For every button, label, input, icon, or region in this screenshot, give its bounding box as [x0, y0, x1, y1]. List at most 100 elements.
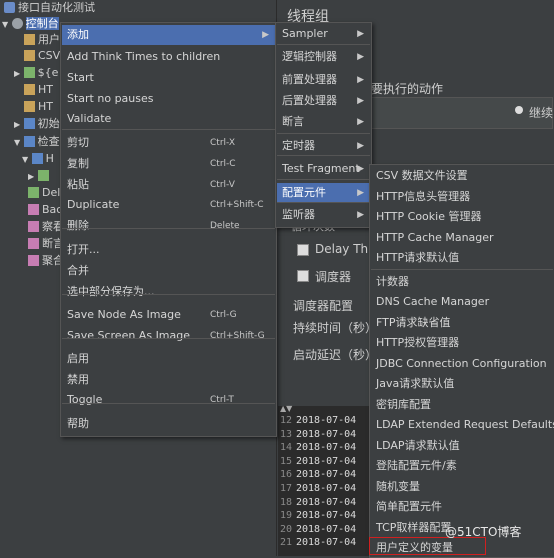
add-submenu-item-5[interactable]: 定时器 ▶: [277, 136, 370, 156]
menu-item-label: 禁用: [67, 373, 89, 386]
log-line-number: 19: [279, 510, 292, 522]
menu-item-label: 打开...: [67, 243, 100, 256]
add-submenu-item-3[interactable]: 后置处理器 ▶: [277, 91, 370, 111]
context-menu-item-13[interactable]: Save Node As Image Ctrl-G: [62, 305, 275, 325]
context-menu-item-12[interactable]: 选中部分保存为...: [62, 282, 275, 302]
config-submenu-item-5[interactable]: 计数器: [371, 272, 553, 292]
context-menu-item-18[interactable]: 帮助: [62, 414, 275, 434]
tree-item-delete[interactable]: Del: [28, 185, 60, 201]
context-menu-item-9[interactable]: 删除 Delete: [62, 216, 275, 236]
scheduler-checkbox[interactable]: [297, 270, 309, 282]
menu-item-label: CSV 数据文件设置: [376, 169, 468, 182]
collapse-arrows-icon[interactable]: ▲▼: [280, 404, 292, 413]
tree-item-view-results[interactable]: 察看: [28, 219, 64, 235]
tree-item-http-1[interactable]: HT: [24, 82, 53, 98]
startup-label: 启动延迟（秒）: [293, 348, 378, 362]
expand-arrow-icon: ▶: [14, 120, 21, 129]
config-submenu-item-2[interactable]: HTTP Cookie 管理器: [371, 207, 553, 227]
menu-item-label: HTTP请求默认值: [376, 251, 460, 264]
config-submenu-item-12[interactable]: LDAP Extended Request Defaults: [371, 415, 554, 435]
add-submenu-item-8[interactable]: 监听器 ▶: [277, 205, 370, 225]
add-submenu-item-1[interactable]: 逻辑控制器 ▶: [277, 47, 370, 67]
add-submenu-item-0[interactable]: Sampler ▶: [277, 24, 370, 44]
context-menu-item-6[interactable]: 复制 Ctrl-C: [62, 154, 275, 174]
config-submenu-item-4[interactable]: HTTP请求默认值: [371, 248, 553, 268]
config-submenu-item-7[interactable]: FTP请求缺省值: [371, 313, 553, 333]
menu-item-label: 帮助: [67, 417, 89, 430]
menu-separator: [62, 294, 275, 295]
submenu-arrow-icon: ▶: [357, 141, 364, 151]
context-menu-item-15[interactable]: 启用: [62, 349, 275, 369]
context-menu-item-0[interactable]: 添加 ▶: [62, 25, 275, 45]
log-line-text: 2018-07-04: [296, 415, 357, 426]
context-menu-item-1[interactable]: Add Think Times to children: [62, 47, 275, 67]
config-submenu-item-8[interactable]: HTTP授权管理器: [371, 333, 553, 353]
submenu-arrow-icon: ▶: [357, 29, 364, 39]
menu-item-label: 粘贴: [67, 178, 89, 191]
menu-item-label: 合并: [67, 264, 89, 277]
log-line: 12 2018-07-04: [278, 414, 356, 427]
context-menu-item-8[interactable]: Duplicate Ctrl+Shift-C: [62, 195, 275, 215]
context-menu-item-4[interactable]: Validate: [62, 109, 275, 129]
context-menu-item-17[interactable]: Toggle Ctrl-T: [62, 390, 275, 410]
controller-icon: [23, 136, 35, 147]
config-submenu-item-3[interactable]: HTTP Cache Manager: [371, 228, 553, 248]
menu-separator: [277, 179, 370, 180]
flask-icon: [4, 2, 15, 13]
menu-item-label: FTP请求缺省值: [376, 316, 451, 329]
tree-item-http-2[interactable]: HT: [24, 99, 53, 115]
config-submenu-item-9[interactable]: JDBC Connection Configuration: [371, 354, 553, 374]
controller-icon: [23, 118, 35, 129]
config-submenu-item-0[interactable]: CSV 数据文件设置: [371, 166, 553, 186]
delay-checkbox[interactable]: [297, 244, 309, 256]
tree-item-sampler[interactable]: ▶: [28, 168, 52, 184]
config-submenu-item-16[interactable]: 简单配置元件: [371, 497, 553, 517]
menu-item-label: JDBC Connection Configuration: [376, 357, 547, 370]
menu-item-label: Save Screen As Image: [67, 329, 191, 342]
config-submenu-item-14[interactable]: 登陆配置元件/素: [371, 456, 553, 476]
tree-item-aggregate[interactable]: 聚合: [28, 253, 64, 269]
context-menu-item-5[interactable]: 剪切 Ctrl-X: [62, 133, 275, 153]
add-submenu-item-2[interactable]: 前置处理器 ▶: [277, 70, 370, 90]
context-menu-item-3[interactable]: Start no pauses: [62, 89, 275, 109]
context-menu-item-2[interactable]: Start: [62, 68, 275, 88]
watermark: @51CTO博客: [445, 525, 522, 539]
controller-icon: [31, 153, 43, 164]
context-menu-item-7[interactable]: 粘贴 Ctrl-V: [62, 175, 275, 195]
tree-item-user-vars[interactable]: 用户: [24, 32, 60, 48]
add-submenu-item-4[interactable]: 断言 ▶: [277, 112, 370, 132]
menu-item-shortcut: Ctrl+Shift-C: [210, 200, 264, 210]
config-submenu-item-13[interactable]: LDAP请求默认值: [371, 436, 553, 456]
tree-item-extractor[interactable]: ▶ ${e: [14, 65, 58, 81]
tree-item-test-plan[interactable]: 接口自动化测试: [4, 0, 95, 16]
tree-item-backend[interactable]: Bac: [28, 202, 62, 218]
menu-item-label: Toggle: [67, 393, 103, 406]
context-menu-item-10[interactable]: 打开...: [62, 240, 275, 260]
wrench-icon: [24, 101, 35, 112]
config-submenu-item-1[interactable]: HTTP信息头管理器: [371, 187, 553, 207]
menu-item-label: 逻辑控制器: [282, 50, 337, 63]
menu-separator: [62, 403, 275, 404]
tree-item-h[interactable]: ▼ H: [22, 151, 54, 167]
log-line-number: 12: [279, 415, 292, 426]
context-menu-item-16[interactable]: 禁用: [62, 370, 275, 390]
menu-item-shortcut: Ctrl-T: [210, 395, 234, 405]
config-submenu-item-10[interactable]: Java请求默认值: [371, 374, 553, 394]
tree-item-init[interactable]: ▶ 初始: [14, 116, 60, 132]
tree-item-thread-group[interactable]: ▼ 控制台: [2, 16, 59, 32]
log-line-text: 2018-07-04: [296, 496, 357, 508]
context-menu-item-14[interactable]: Save Screen As Image Ctrl+Shift-G: [62, 326, 275, 346]
wrench-icon: [24, 50, 35, 61]
tree-item-assertion[interactable]: 断言: [28, 236, 64, 252]
log-line-number: 15: [279, 455, 292, 467]
config-submenu-item-11[interactable]: 密钥库配置: [371, 395, 553, 415]
config-submenu-item-15[interactable]: 随机变量: [371, 477, 553, 497]
add-submenu-item-6[interactable]: Test Fragment ▶: [277, 159, 370, 179]
tree-item-csv[interactable]: CSV: [24, 48, 60, 64]
add-submenu-item-7[interactable]: 配置元件 ▶: [277, 183, 370, 203]
context-menu-item-11[interactable]: 合并: [62, 261, 275, 281]
gear-icon: [11, 18, 23, 29]
tree-item-check[interactable]: ▼ 检查: [14, 134, 60, 150]
continue-radio[interactable]: [515, 106, 523, 114]
config-submenu-item-6[interactable]: DNS Cache Manager: [371, 292, 553, 312]
